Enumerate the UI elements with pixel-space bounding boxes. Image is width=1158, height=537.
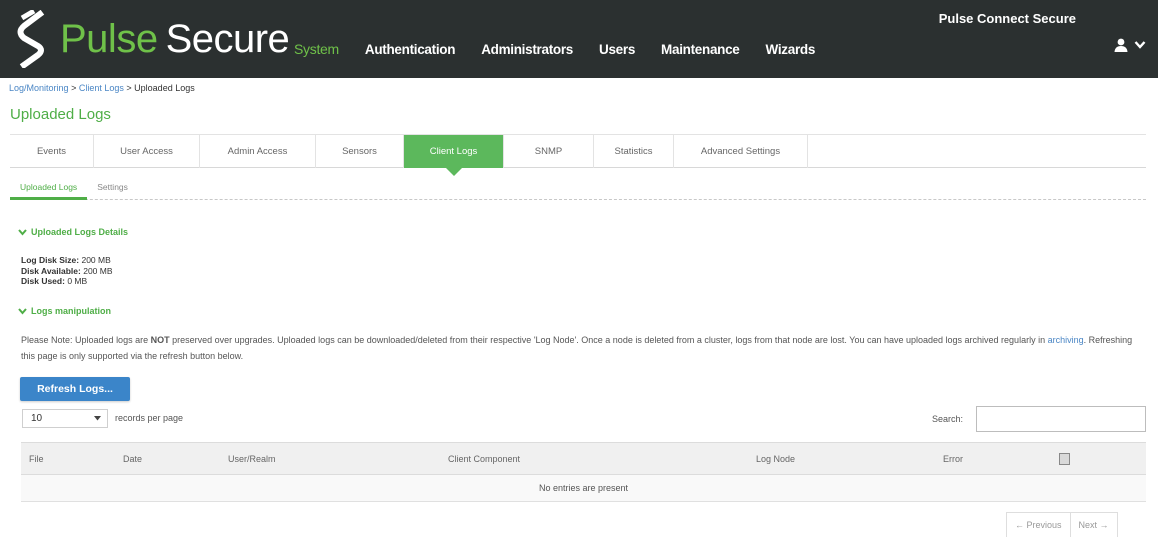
note-text: Please Note: Uploaded logs are: [21, 335, 151, 345]
tab-client-logs[interactable]: Client Logs: [404, 135, 504, 176]
subtab-uploaded-logs[interactable]: Uploaded Logs: [10, 170, 88, 200]
upgrade-note: Please Note: Uploaded logs are NOT prese…: [21, 332, 1141, 364]
pulse-secure-logo[interactable]: Pulse Secure: [14, 8, 290, 70]
chevron-down-icon: [18, 307, 27, 315]
pulse-s-icon: [17, 10, 45, 68]
nav-wizards[interactable]: Wizards: [766, 42, 816, 57]
column-header-error[interactable]: Error: [935, 442, 1051, 475]
tab-sensors[interactable]: Sensors: [316, 135, 404, 168]
chevron-down-icon: [18, 228, 27, 236]
table-header-row: File Date User/Realm Client Component Lo…: [21, 442, 1146, 475]
user-icon: [1114, 38, 1128, 52]
column-chooser-cell: [1051, 442, 1146, 475]
top-navigation-bar: Pulse Secure Pulse Connect Secure System …: [0, 0, 1158, 78]
dropdown-arrow-icon: [94, 416, 101, 421]
disk-available-value: 200 MB: [83, 265, 113, 276]
column-header-file[interactable]: File: [21, 442, 115, 475]
nav-authentication[interactable]: Authentication: [365, 42, 456, 57]
breadcrumb: Log/Monitoring > Client Logs > Uploaded …: [9, 83, 195, 93]
nav-system[interactable]: System: [294, 41, 339, 57]
breadcrumb-current: Uploaded Logs: [134, 83, 195, 93]
chevron-down-icon: [1134, 41, 1146, 49]
tab-snmp[interactable]: SNMP: [504, 135, 594, 168]
disk-available-label: Disk Available:: [21, 265, 81, 276]
page-title: Uploaded Logs: [10, 106, 111, 123]
tab-user-access[interactable]: User Access: [94, 135, 200, 168]
page-size-value: 10: [31, 413, 43, 424]
table-row: No entries are present: [21, 474, 1146, 502]
previous-page-button[interactable]: ← Previous: [1007, 513, 1070, 537]
archiving-link[interactable]: archiving: [1048, 335, 1084, 345]
tab-advanced-settings[interactable]: Advanced Settings: [674, 135, 808, 168]
next-page-button[interactable]: Next →: [1069, 513, 1117, 537]
tab-admin-access[interactable]: Admin Access: [200, 135, 316, 168]
breadcrumb-client-logs[interactable]: Client Logs: [79, 83, 124, 93]
manipulation-section-title: Logs manipulation: [31, 306, 111, 316]
tab-bar: Events User Access Admin Access Sensors …: [10, 134, 1146, 176]
logo-text: Pulse Secure: [60, 16, 290, 62]
details-section-toggle[interactable]: Uploaded Logs Details: [18, 227, 128, 237]
disk-used-label: Disk Used:: [21, 276, 65, 286]
breadcrumb-separator: >: [71, 83, 77, 93]
user-menu[interactable]: [1114, 38, 1146, 52]
column-header-date[interactable]: Date: [115, 442, 220, 475]
disk-size-label: Log Disk Size:: [21, 255, 80, 265]
column-header-client-component[interactable]: Client Component: [440, 442, 748, 475]
note-text: preserved over upgrades. Uploaded logs c…: [169, 335, 1048, 345]
search-label: Search:: [932, 414, 964, 424]
logo-word-secure: Secure: [165, 16, 290, 61]
breadcrumb-separator: >: [126, 83, 132, 93]
logo-word-pulse: Pulse: [60, 16, 158, 61]
nav-administrators[interactable]: Administrators: [481, 42, 573, 57]
tab-statistics[interactable]: Statistics: [594, 135, 674, 168]
main-nav: System Authentication Administrators Use…: [294, 41, 841, 57]
page-size-select[interactable]: 10: [22, 409, 108, 428]
details-section-title: Uploaded Logs Details: [31, 227, 129, 237]
column-chooser-icon[interactable]: [1059, 452, 1070, 465]
page-size-label: records per page: [115, 413, 184, 423]
disk-used-value: 0 MB: [67, 276, 88, 286]
nav-users[interactable]: Users: [599, 42, 635, 57]
subtab-bar: Uploaded Logs Settings: [10, 170, 1146, 200]
subtab-settings[interactable]: Settings: [87, 170, 138, 200]
pagination: ← Previous Next →: [1006, 512, 1118, 537]
column-header-log-node[interactable]: Log Node: [748, 442, 935, 475]
disk-size-value: 200 MB: [81, 255, 111, 265]
tab-events[interactable]: Events: [10, 135, 94, 168]
note-bold: NOT: [150, 335, 170, 345]
product-name: Pulse Connect Secure: [938, 11, 1076, 26]
refresh-logs-button[interactable]: Refresh Logs...: [20, 377, 130, 401]
breadcrumb-log-monitoring[interactable]: Log/Monitoring: [9, 83, 69, 93]
empty-table-message: No entries are present: [21, 474, 1146, 502]
search-input[interactable]: [976, 406, 1146, 432]
uploaded-logs-table: File Date User/Realm Client Component Lo…: [21, 442, 1146, 502]
manipulation-section-toggle[interactable]: Logs manipulation: [18, 306, 111, 316]
nav-maintenance[interactable]: Maintenance: [661, 42, 740, 57]
disk-details: Log Disk Size: 200 MB Disk Available: 20…: [21, 255, 113, 287]
column-header-user-realm[interactable]: User/Realm: [220, 442, 440, 475]
